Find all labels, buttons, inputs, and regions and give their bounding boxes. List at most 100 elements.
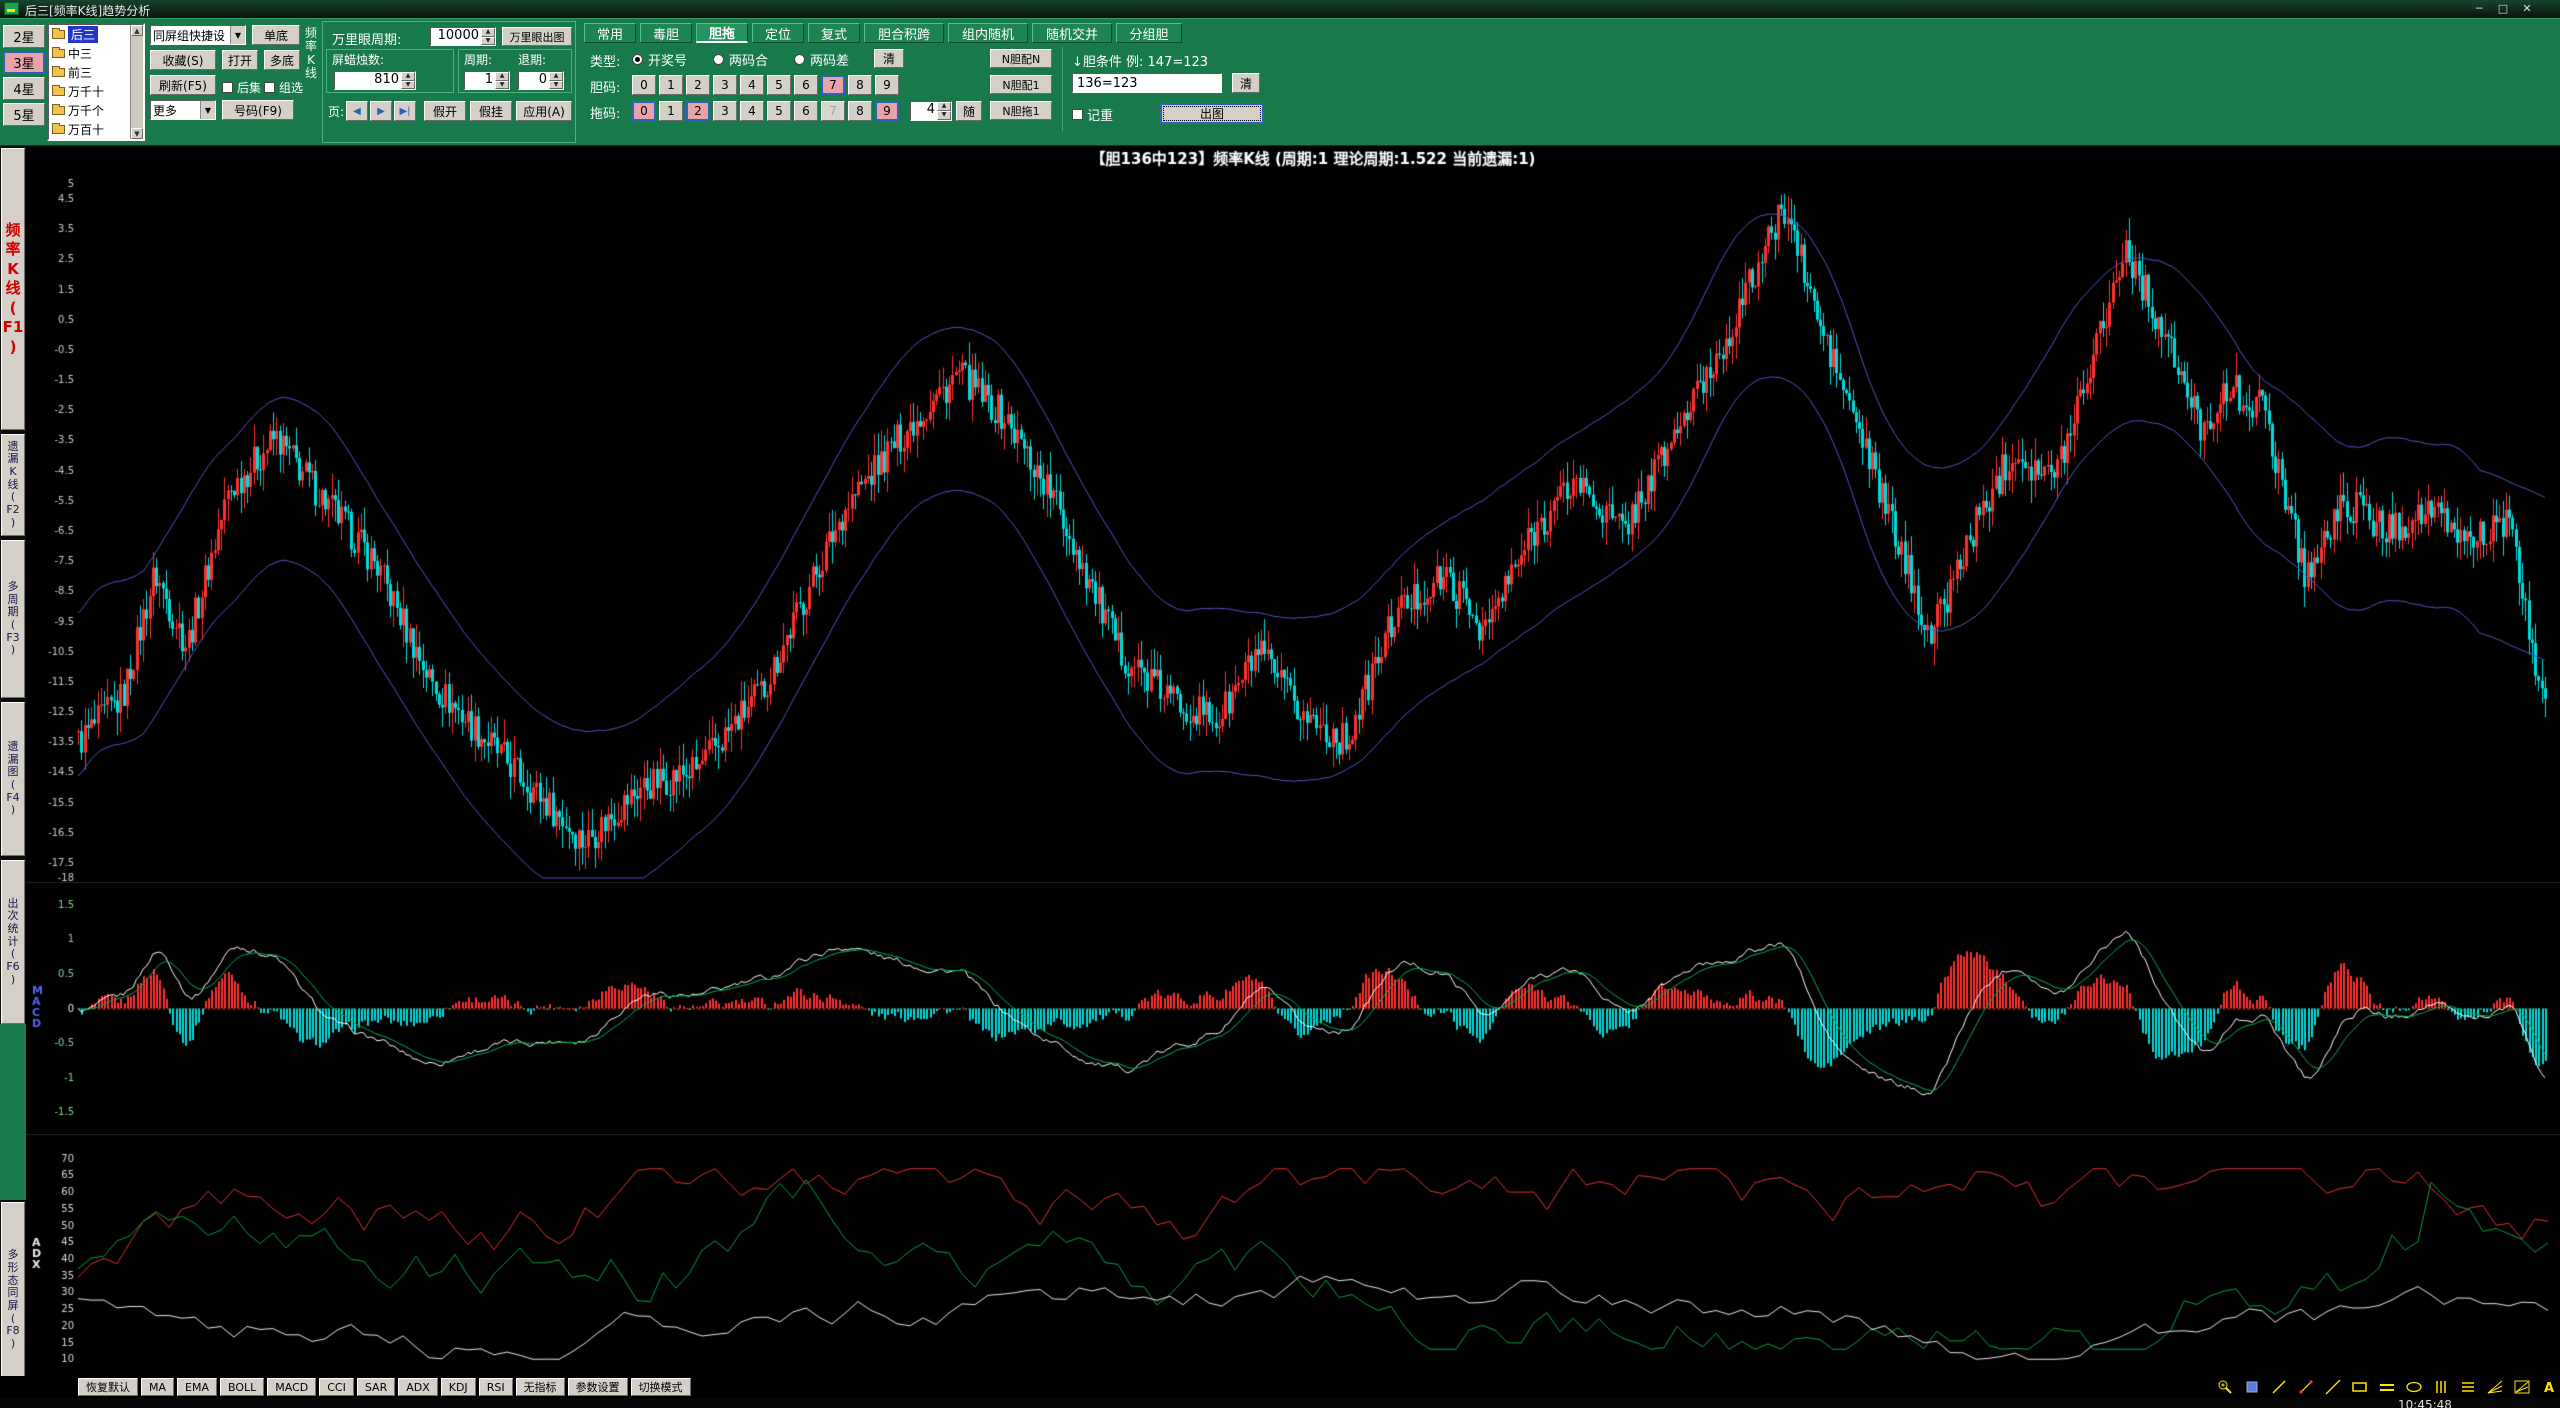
single-bottom-button[interactable]: 单底 [252,25,300,45]
clear-digits-button[interactable]: 清 [874,49,904,68]
dan-digit-4[interactable]: 4 [740,75,764,95]
n-dan-tuo-1-button[interactable]: N胆拖1 [990,101,1052,120]
spin-down-icon[interactable]: ▼ [495,80,509,89]
category-tree[interactable]: 后三 中三 前三 万千十 万千个 万百十 ▲ ▼ [47,23,145,141]
random-button[interactable]: 随 [956,101,982,121]
bottom-button-参数设置[interactable]: 参数设置 [567,1378,628,1396]
dan-digit-6[interactable]: 6 [794,75,818,95]
fake-hang-button[interactable]: 假挂 [470,101,512,121]
star-button-3[interactable]: 3星 [3,51,45,74]
tool-ellipse-icon[interactable] [2403,1377,2425,1397]
tool-vertical-lines-icon[interactable] [2430,1377,2452,1397]
fake-open-button[interactable]: 假开 [424,101,466,121]
tab-分组胆[interactable]: 分组胆 [1116,23,1182,43]
tab-复式[interactable]: 复式 [808,23,860,43]
dan-digit-1[interactable]: 1 [659,75,683,95]
spin-up-icon[interactable]: ▲ [549,72,563,81]
radio-icon[interactable] [632,54,643,65]
tree-item-万千十[interactable]: 万千十 [49,82,130,101]
tuo-digit-8[interactable]: 8 [848,101,872,121]
radio-icon[interactable] [794,54,806,65]
wanliyan-plot-button[interactable]: 万里眼出图 [502,27,572,46]
radio-icon[interactable] [713,54,725,65]
tool-gann-fan-icon[interactable] [2484,1377,2506,1397]
spin-up-icon[interactable]: ▲ [481,28,495,37]
spin-down-icon[interactable]: ▼ [937,111,951,120]
close-icon[interactable]: ✕ [2516,2,2538,16]
tuo-digit-7[interactable]: 7 [821,101,845,121]
spin-down-icon[interactable]: ▼ [549,80,563,89]
spin-up-icon[interactable]: ▲ [495,72,509,81]
bottom-button-MACD[interactable]: MACD [267,1378,317,1396]
chevron-down-icon[interactable]: ▼ [230,26,245,44]
bottom-button-无指标[interactable]: 无指标 [515,1378,565,1396]
spin-down-icon[interactable]: ▼ [481,36,495,45]
tab-毒胆[interactable]: 毒胆 [640,23,692,43]
plot-chart-button[interactable]: 出图 [1160,103,1264,124]
bottom-button-ADX[interactable]: ADX [398,1378,438,1396]
condition-input[interactable] [1072,73,1222,93]
tuo-digit-1[interactable]: 1 [659,101,683,121]
tool-rectangle-icon[interactable] [2349,1377,2371,1397]
n-dan-pei-1-button[interactable]: N胆配1 [990,75,1052,94]
bottom-button-BOLL[interactable]: BOLL [219,1378,265,1396]
tuo-digit-2[interactable]: 2 [686,101,710,121]
maximize-icon[interactable]: □ [2492,2,2514,16]
dan-digit-8[interactable]: 8 [848,75,872,95]
spinner-arrows[interactable]: ▲ ▼ [495,72,509,89]
chart-canvas[interactable] [26,146,2560,1378]
indicator-F4[interactable]: 遗 漏 图 ( F4 ) [1,702,25,856]
spin-down-icon[interactable]: ▼ [401,80,415,89]
radio-两码差[interactable]: 两码差 [794,50,849,69]
tab-常用[interactable]: 常用 [584,23,636,43]
apply-button[interactable]: 应用(A) [516,101,572,121]
remember-checkbox[interactable] [1072,109,1083,120]
bottom-button-EMA[interactable]: EMA [177,1378,217,1396]
tool-line-icon[interactable] [2268,1377,2290,1397]
star-button-2[interactable]: 2星 [3,25,45,48]
clear-condition-button[interactable]: 清 [1232,73,1260,93]
tree-item-万千个[interactable]: 万千个 [49,101,130,120]
tree-item-后三[interactable]: 后三 [49,25,130,44]
tab-胆拖[interactable]: 胆拖 [696,23,748,43]
tuo-digit-4[interactable]: 4 [740,101,764,121]
spinner-arrows[interactable]: ▲ ▼ [549,72,563,89]
radio-两码合[interactable]: 两码合 [713,50,768,69]
tab-组内随机[interactable]: 组内随机 [948,23,1028,43]
bottom-button-KDJ[interactable]: KDJ [440,1378,476,1396]
bottom-button-CCI[interactable]: CCI [319,1378,354,1396]
nav-prev-icon[interactable]: ◀ [346,101,368,121]
dan-digit-7[interactable]: 7 [821,75,845,95]
number-button[interactable]: 号码(F9) [222,100,294,120]
zuxuan-checkbox-row[interactable]: 组选 [264,79,303,96]
nav-last-icon[interactable]: ▶| [394,101,416,121]
tuo-digit-6[interactable]: 6 [794,101,818,121]
tree-item-中三[interactable]: 中三 [49,44,130,63]
radio-开奖号[interactable]: 开奖号 [632,50,687,69]
spinner-arrows[interactable]: ▲ ▼ [481,28,495,45]
houji-checkbox-row[interactable]: 后集 [222,79,261,96]
houji-checkbox[interactable] [222,82,233,93]
tool-trend-line-icon[interactable] [2295,1377,2317,1397]
scroll-down-icon[interactable]: ▼ [131,128,143,139]
nav-next-icon[interactable]: ▶ [370,101,392,121]
tab-随机交并[interactable]: 随机交并 [1032,23,1112,43]
indicator-F3[interactable]: 多 周 期 ( F3 ) [1,540,25,698]
indicator-F1[interactable]: 频 率 K 线 ( F1 ) [1,148,25,430]
tree-item-万百十[interactable]: 万百十 [49,120,130,139]
tool-zoom-icon[interactable] [2214,1377,2236,1397]
minimize-icon[interactable]: ─ [2468,2,2490,16]
bottom-button-恢复默认[interactable]: 恢复默认 [78,1378,138,1396]
dan-digit-0[interactable]: 0 [632,75,656,95]
dan-digit-5[interactable]: 5 [767,75,791,95]
star-button-4[interactable]: 4星 [3,77,45,100]
tool-ray-line-icon[interactable] [2322,1377,2344,1397]
indicator-F6[interactable]: 出 次 统 计 ( F6 ) [1,860,25,1024]
spinner-arrows[interactable]: ▲ ▼ [937,102,951,120]
tuo-digit-0[interactable]: 0 [632,101,656,121]
favorite-button[interactable]: 收藏(S) [150,50,216,70]
tuo-digit-5[interactable]: 5 [767,101,791,121]
tool-square-icon[interactable] [2241,1377,2263,1397]
open-button[interactable]: 打开 [222,50,258,70]
tool-horizontal-lines-icon[interactable] [2457,1377,2479,1397]
